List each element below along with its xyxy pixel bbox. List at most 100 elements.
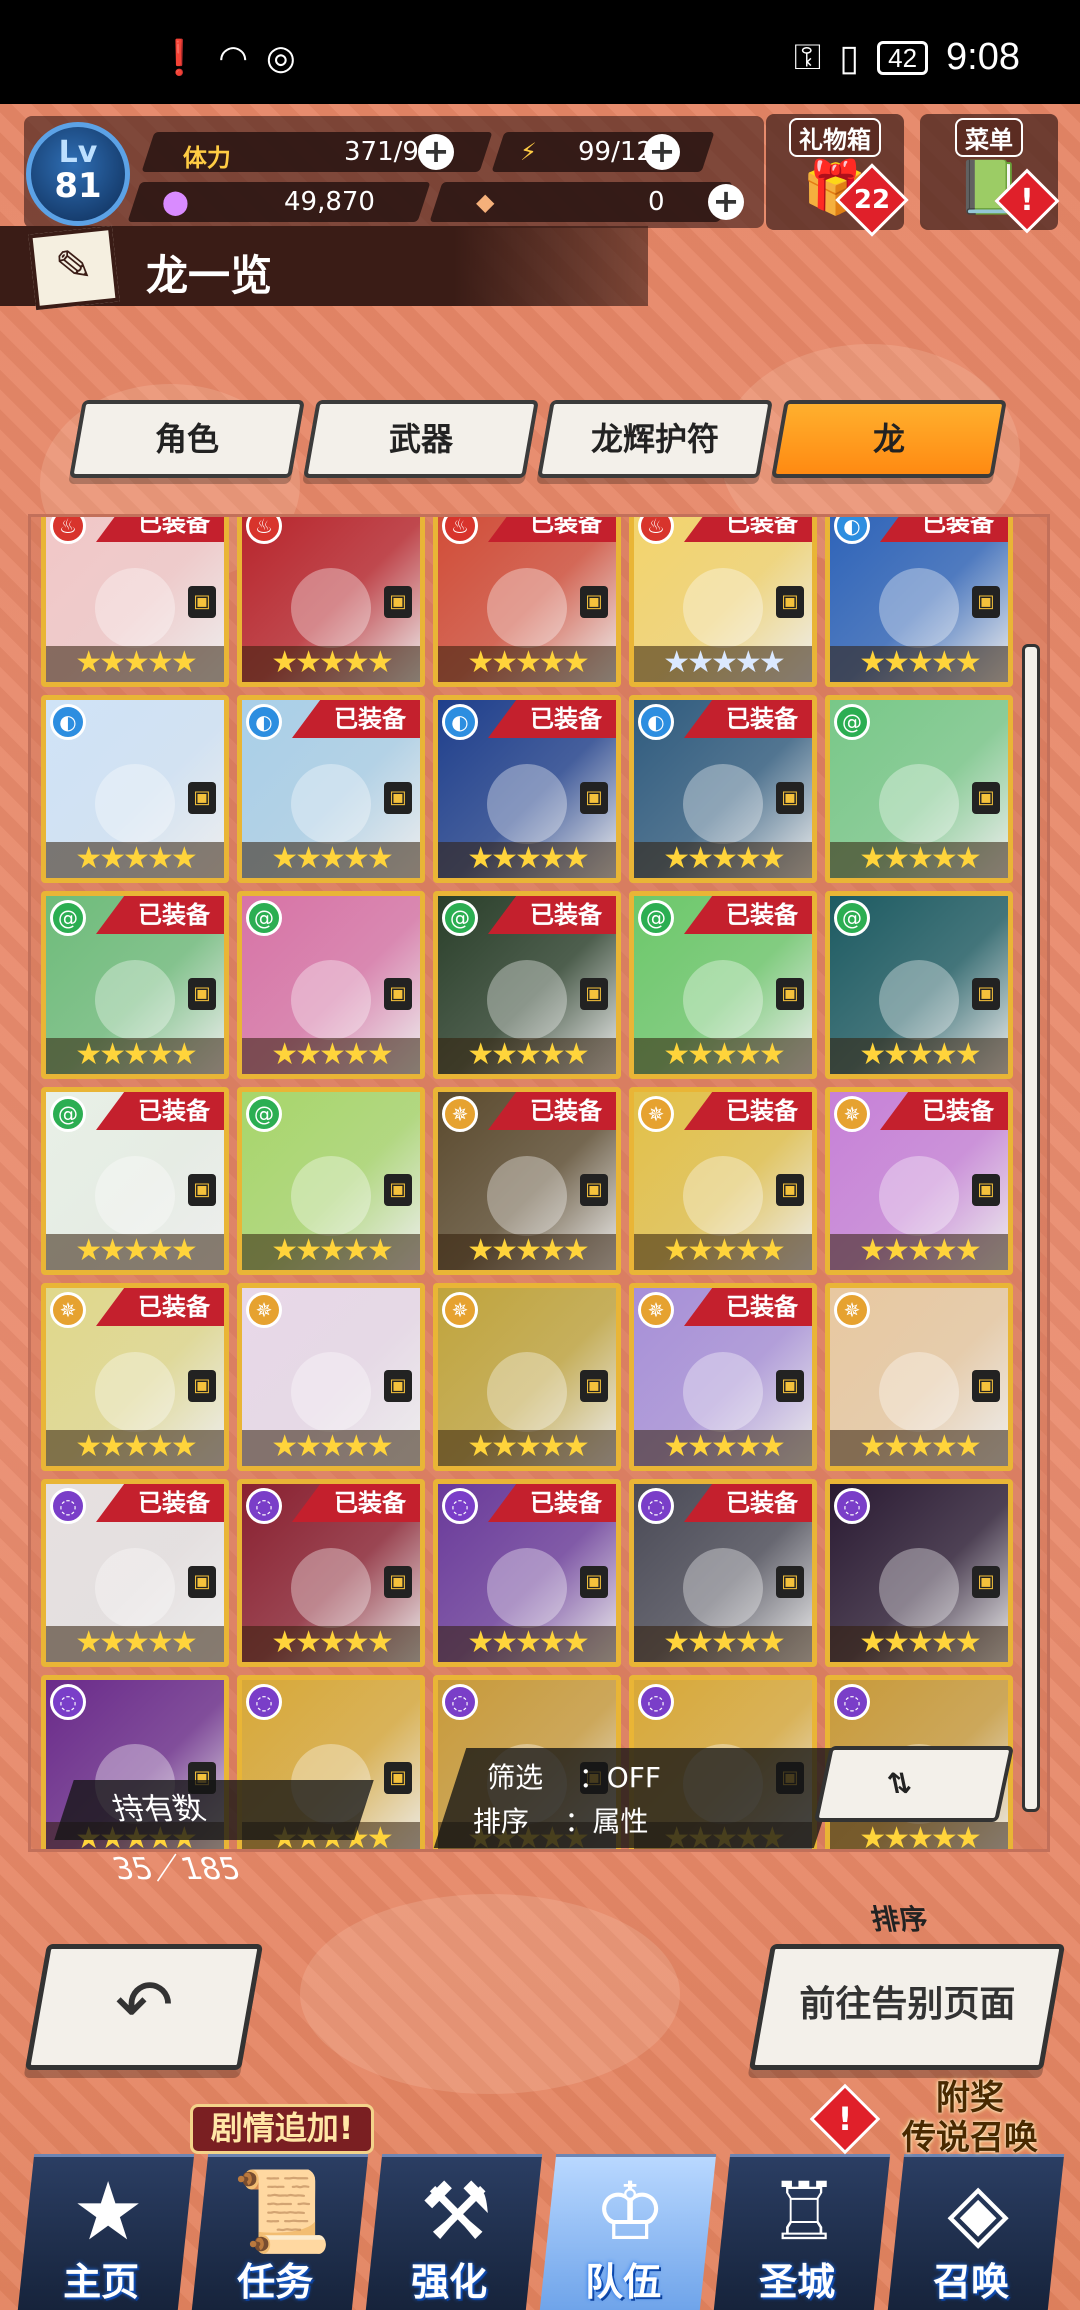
dragon-card[interactable]: ✵ ▣ ★★★★★ bbox=[825, 1283, 1013, 1471]
lock-icon: ▣ bbox=[188, 1174, 216, 1206]
nav-holy-city[interactable]: ♖ 圣城 bbox=[713, 2154, 891, 2310]
back-arrow-icon: ↶ bbox=[115, 1964, 174, 2046]
page-title-bar: ✎ 龙一览 bbox=[0, 225, 648, 311]
water-element-icon: ◐ bbox=[442, 704, 478, 740]
dragon-card[interactable]: ◐ 已装备 ▣ ★★★★★ bbox=[237, 695, 425, 883]
key-icon: ⚿ bbox=[793, 36, 822, 77]
star-rating: ★★★★★ bbox=[438, 646, 616, 682]
dragon-card[interactable]: ◐ 已装备 ▣ ★★★★★ bbox=[825, 517, 1013, 687]
dragon-card[interactable]: ✵ ▣ ★★★★★ bbox=[433, 1283, 621, 1471]
sync-icon: ◎ bbox=[266, 39, 296, 77]
dragon-card[interactable]: ✵ 已装备 ▣ ★★★★★ bbox=[629, 1283, 817, 1471]
star-rating: ★★★★★ bbox=[438, 1234, 616, 1270]
dragon-card[interactable]: ✵ ▣ ★★★★★ bbox=[237, 1283, 425, 1471]
star-rating: ★★★★★ bbox=[634, 1430, 812, 1466]
dragon-card[interactable]: ✵ 已装备 ▣ ★★★★★ bbox=[41, 1283, 229, 1471]
dark-element-icon: ◌ bbox=[246, 1488, 282, 1524]
dragon-card[interactable]: ◌ 已装备 ▣ ★★★★★ bbox=[433, 1479, 621, 1667]
nav-party[interactable]: ♔ 队伍 bbox=[539, 2154, 717, 2310]
dragon-card[interactable]: ◌ ▣ ★★★★★ bbox=[825, 1479, 1013, 1667]
dragon-figure bbox=[95, 1352, 175, 1433]
star-rating: ★★★★★ bbox=[438, 842, 616, 878]
energy-icon: ⚡ bbox=[520, 138, 537, 166]
lock-icon: ▣ bbox=[188, 978, 216, 1010]
wind-element-icon: @ bbox=[50, 900, 86, 936]
dragon-card[interactable]: ♨ 已装备 ▣ ★★★★★ bbox=[41, 517, 229, 687]
dragon-card[interactable]: ✵ 已装备 ▣ ★★★★★ bbox=[629, 1087, 817, 1275]
energy-bar: ⚡ 99/12 bbox=[491, 132, 715, 172]
tab-weapon[interactable]: 武器 bbox=[303, 400, 539, 478]
dragon-card[interactable]: ♨ 已装备 ▣ ★★★★★ bbox=[433, 517, 621, 687]
nav-home[interactable]: ★ 主页 bbox=[17, 2154, 195, 2310]
dragon-card[interactable]: ◌ 已装备 ▣ ★★★★★ bbox=[629, 1479, 817, 1667]
dark-element-icon: ◌ bbox=[246, 1684, 282, 1720]
light-element-icon: ✵ bbox=[834, 1292, 870, 1328]
dragon-card[interactable]: ♨ ▣ ★★★★★ bbox=[237, 517, 425, 687]
dark-element-icon: ◌ bbox=[638, 1684, 674, 1720]
hold-value: 35／185 bbox=[108, 1852, 246, 1887]
gift-box-button[interactable]: 礼物箱 🎁 22 bbox=[766, 114, 909, 237]
dark-element-icon: ◌ bbox=[50, 1488, 86, 1524]
star-rating: ★★★★★ bbox=[242, 842, 420, 878]
dragon-card[interactable]: ✵ 已装备 ▣ ★★★★★ bbox=[433, 1087, 621, 1275]
star-rating: ★★★★★ bbox=[242, 1234, 420, 1270]
back-button[interactable]: ↶ bbox=[24, 1944, 264, 2070]
status-right: ⚿ ▯ 42 9:08 bbox=[794, 36, 1020, 79]
light-element-icon: ✵ bbox=[442, 1292, 478, 1328]
dragon-card[interactable]: ♨ 已装备 ▣ ★★★★★ bbox=[629, 517, 817, 687]
dragon-figure bbox=[683, 1352, 763, 1433]
water-element-icon: ◐ bbox=[246, 704, 282, 740]
nav-label: 召唤 bbox=[933, 2260, 1010, 2304]
menu-button[interactable]: 菜单 📗 ! bbox=[920, 114, 1060, 234]
dragon-card[interactable]: ◌ 已装备 ▣ ★★★★★ bbox=[41, 1479, 229, 1667]
dragon-card[interactable]: @ 已装备 ▣ ★★★★★ bbox=[629, 891, 817, 1079]
farewell-page-button[interactable]: 前往告别页面 bbox=[748, 1944, 1066, 2070]
lock-icon: ▣ bbox=[580, 1566, 608, 1598]
water-element-icon: ◐ bbox=[638, 704, 674, 740]
lock-icon: ▣ bbox=[776, 1370, 804, 1402]
gem-plus-button[interactable]: + bbox=[708, 184, 744, 220]
dragon-card[interactable]: ◌ 已装备 ▣ ★★★★★ bbox=[237, 1479, 425, 1667]
dragon-list-panel[interactable]: ♨ 已装备 ▣ ★★★★★ ♨ ▣ ★★★★★ ♨ 已装备 ▣ ★★★★★ ♨ 已装备 ▣ ★★★★★ ◐ 已装… bbox=[28, 514, 1050, 1852]
stamina-plus-button[interactable]: + bbox=[418, 134, 454, 170]
dragon-card[interactable]: @ ▣ ★★★★★ bbox=[237, 1087, 425, 1275]
dragon-figure bbox=[487, 1352, 567, 1433]
dragon-card[interactable]: ◐ 已装备 ▣ ★★★★★ bbox=[433, 695, 621, 883]
nav-label: 主页 bbox=[63, 2260, 140, 2304]
star-rating: ★★★★★ bbox=[46, 646, 224, 682]
sort-button[interactable]: ⇅ 排序 bbox=[813, 1746, 1015, 1936]
dragon-figure bbox=[879, 1156, 959, 1237]
dragon-card[interactable]: ◐ 已装备 ▣ ★★★★★ bbox=[629, 695, 817, 883]
dragon-card[interactable]: @ ▣ ★★★★★ bbox=[237, 891, 425, 1079]
lock-icon: ▣ bbox=[972, 586, 1000, 618]
nav-enhance[interactable]: ⚒ 强化 bbox=[365, 2154, 543, 2310]
nav-quest[interactable]: 📜 任务 bbox=[191, 2154, 369, 2310]
tab-dragon[interactable]: 龙 bbox=[771, 400, 1007, 478]
energy-plus-button[interactable]: + bbox=[644, 134, 680, 170]
lock-icon: ▣ bbox=[188, 782, 216, 814]
dragon-figure bbox=[879, 764, 959, 845]
dragon-figure bbox=[291, 1352, 371, 1433]
player-hud: Lv 81 体力 371/90 + ⚡ 99/12 + ⬤ 49,870 ◆ 0… bbox=[24, 116, 764, 228]
lock-icon: ▣ bbox=[188, 1370, 216, 1402]
dragon-figure bbox=[879, 960, 959, 1041]
tab-amulet[interactable]: 龙辉护符 bbox=[537, 400, 773, 478]
lock-icon: ▣ bbox=[580, 782, 608, 814]
dragon-figure bbox=[291, 764, 371, 845]
star-rating: ★★★★★ bbox=[830, 1430, 1008, 1466]
dragon-card[interactable]: @ ▣ ★★★★★ bbox=[825, 695, 1013, 883]
dragon-card[interactable]: ◐ ▣ ★★★★★ bbox=[41, 695, 229, 883]
filter-sort-info: 筛选 ：OFF 排序 ：属性 bbox=[433, 1748, 847, 1848]
dragon-card[interactable]: @ 已装备 ▣ ★★★★★ bbox=[41, 891, 229, 1079]
dragon-card[interactable]: @ 已装备 ▣ ★★★★★ bbox=[433, 891, 621, 1079]
nav-summon[interactable]: ◈ 召唤 bbox=[887, 2154, 1065, 2310]
dragon-card[interactable]: ✵ 已装备 ▣ ★★★★★ bbox=[825, 1087, 1013, 1275]
dragon-card[interactable]: @ 已装备 ▣ ★★★★★ bbox=[41, 1087, 229, 1275]
dark-element-icon: ◌ bbox=[50, 1684, 86, 1720]
dragon-card[interactable]: @ ▣ ★★★★★ bbox=[825, 891, 1013, 1079]
party-icon: ♔ bbox=[594, 2165, 667, 2258]
gift-count: 22 bbox=[853, 185, 891, 215]
scrollbar[interactable] bbox=[1022, 644, 1040, 1812]
legend-summon-tag: 附奖 传说召唤 bbox=[902, 2078, 1038, 2158]
tab-character[interactable]: 角色 bbox=[69, 400, 305, 478]
